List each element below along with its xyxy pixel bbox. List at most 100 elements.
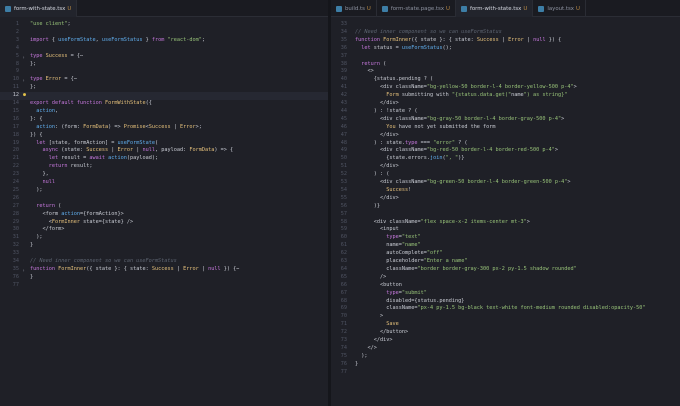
- tab-build-ts[interactable]: build.ts U: [331, 0, 377, 17]
- line-number: 2: [15, 28, 19, 35]
- code-line[interactable]: 68 disabled={status.pending}: [331, 298, 680, 306]
- code-line[interactable]: 32}: [0, 242, 328, 250]
- tab-form-with-state-tsx[interactable]: form-with-state.tsx U: [455, 0, 534, 17]
- code-line[interactable]: 12 ●: [0, 92, 328, 100]
- code-line[interactable]: 44 ) : !state ? (: [331, 108, 680, 116]
- code-line[interactable]: 56 )}: [331, 203, 680, 211]
- code-line[interactable]: 77: [331, 369, 680, 377]
- code-line[interactable]: 10 › type Error = {⋯: [0, 76, 328, 84]
- code-line[interactable]: 58 <div className="flex space-x-2 items-…: [331, 219, 680, 227]
- code-line[interactable]: 3 import { useFormState, useFormStatus } …: [0, 37, 328, 45]
- code-line[interactable]: 57: [331, 211, 680, 219]
- code-line[interactable]: 50 {state.errors.join(", ")}: [331, 155, 680, 163]
- line-number: 26: [12, 194, 19, 201]
- code-line[interactable]: 35 › function FormInner({ state }: { state…: [0, 266, 328, 274]
- code-line[interactable]: 53 <div className="bg-green-50 border-l-…: [331, 179, 680, 187]
- code-line[interactable]: 33: [331, 21, 680, 29]
- code-line[interactable]: 36 let status = useFormStatus();: [331, 45, 680, 53]
- code-line[interactable]: 4: [0, 45, 328, 53]
- code-line[interactable]: 9: [0, 68, 328, 76]
- code-line[interactable]: 29 <FormInner state={state} />: [0, 219, 328, 227]
- code-text: </div>: [355, 337, 393, 343]
- code-line[interactable]: 48 ) : state.type === "error" ? (: [331, 140, 680, 148]
- code-line[interactable]: 21 let result = await action(payload);: [0, 155, 328, 163]
- code-line[interactable]: 35 function FormInner({ state }: { state:…: [331, 37, 680, 45]
- code-line[interactable]: 66 <button: [331, 282, 680, 290]
- code-line[interactable]: 19 let [state, formAction] = useFormStat…: [0, 140, 328, 148]
- code-line[interactable]: 49 <div className="bg-red-50 border-l-4 …: [331, 147, 680, 155]
- code-line[interactable]: 47 </div>: [331, 132, 680, 140]
- code-line[interactable]: 72 </button>: [331, 329, 680, 337]
- code-line[interactable]: 59 <input: [331, 226, 680, 234]
- code-line[interactable]: 63 placeholder="Enter a name": [331, 258, 680, 266]
- code-line[interactable]: 55 </div>: [331, 195, 680, 203]
- code-line[interactable]: 22 return result;: [0, 163, 328, 171]
- code-line[interactable]: 54 Success!: [331, 187, 680, 195]
- line-number: 76: [340, 360, 347, 367]
- tab-form-with-state-tsx[interactable]: form-with-state.tsx U: [0, 0, 78, 17]
- code-line[interactable]: 11};: [0, 84, 328, 92]
- code-line[interactable]: 52 ) : (: [331, 171, 680, 179]
- code-line[interactable]: 70 >: [331, 313, 680, 321]
- code-line[interactable]: 14 export default function FormWithState(…: [0, 100, 328, 108]
- code-line[interactable]: 75 );: [331, 353, 680, 361]
- code-line[interactable]: 15 action,: [0, 108, 328, 116]
- code-line[interactable]: 23 },: [0, 171, 328, 179]
- code-line[interactable]: 26: [0, 195, 328, 203]
- code-line[interactable]: 46 You have not yet submitted the form: [331, 124, 680, 132]
- code-line[interactable]: 17 action: (form: FormData) => Promise<S…: [0, 124, 328, 132]
- code-line[interactable]: 45 <div className="bg-gray-50 border-l-4…: [331, 116, 680, 124]
- code-line[interactable]: 16}: {: [0, 116, 328, 124]
- code-line[interactable]: 1 "use client";: [0, 21, 328, 29]
- line-number: 43: [340, 100, 347, 106]
- code-line[interactable]: 34 // Need inner component so we can useF…: [331, 29, 680, 37]
- code-line[interactable]: 30 </form>: [0, 226, 328, 234]
- code-line[interactable]: 42 Form submitting with "{status.data.ge…: [331, 92, 680, 100]
- code-line[interactable]: 71 Save: [331, 321, 680, 329]
- code-line[interactable]: 77: [0, 282, 328, 290]
- code-line[interactable]: 62 autoComplete="off": [331, 250, 680, 258]
- code-line[interactable]: 67 type="submit": [331, 290, 680, 298]
- code-line[interactable]: 24 null: [0, 179, 328, 187]
- code-line[interactable]: 38 return (: [331, 61, 680, 69]
- tab-layout-tsx[interactable]: layout.tsx U: [533, 0, 586, 17]
- code-line[interactable]: 64 className="border border-gray-300 px-…: [331, 266, 680, 274]
- code-line[interactable]: 27 return (: [0, 203, 328, 211]
- code-line[interactable]: 5 › type Success = {⋯: [0, 53, 328, 61]
- code-text: function FormInner({ state }: { state: S…: [30, 265, 240, 272]
- code-line[interactable]: 8};: [0, 61, 328, 69]
- code-line[interactable]: 2: [0, 29, 328, 37]
- code-line[interactable]: 69 className="px-4 py-1.5 bg-black text-…: [331, 305, 680, 313]
- code-line[interactable]: 37: [331, 53, 680, 61]
- line-number: 25: [12, 186, 19, 193]
- line-number: 66: [340, 281, 347, 288]
- lightbulb-icon[interactable]: ●: [23, 92, 26, 100]
- code-line[interactable]: 40 {status.pending ? (: [331, 76, 680, 84]
- line-number: 38: [340, 60, 347, 67]
- left-code-area[interactable]: 1 "use client"; 2 3 import { useFormState, u…: [0, 18, 328, 406]
- code-line[interactable]: 51 </div>: [331, 163, 680, 171]
- code-line[interactable]: 61 name="name": [331, 242, 680, 250]
- code-line[interactable]: 25 );: [0, 187, 328, 195]
- code-line[interactable]: 65 />: [331, 274, 680, 282]
- code-line[interactable]: 73 </div>: [331, 337, 680, 345]
- code-line[interactable]: 74 </>: [331, 345, 680, 353]
- line-number: 51: [340, 163, 347, 170]
- code-line[interactable]: 18}) {: [0, 132, 328, 140]
- code-line[interactable]: 41 <div className="bg-yellow-50 border-l…: [331, 84, 680, 92]
- code-line[interactable]: 20 async (state: Success | Error | null,…: [0, 147, 328, 155]
- code-line[interactable]: 60 type="text": [331, 234, 680, 242]
- code-line[interactable]: 76}: [331, 361, 680, 369]
- code-line[interactable]: 33: [0, 250, 328, 258]
- code-line[interactable]: 39 <>: [331, 68, 680, 76]
- line-number: 46: [340, 123, 347, 130]
- code-text: </form>: [30, 226, 65, 233]
- typescript-file-icon: [538, 5, 545, 12]
- right-code-area[interactable]: 33 34 // Need inner component so we can us…: [331, 18, 680, 406]
- code-line[interactable]: 43 </div>: [331, 100, 680, 108]
- tab-form-state-page-tsx[interactable]: form-state.page.tsx U: [377, 0, 456, 17]
- code-line[interactable]: 76}: [0, 274, 328, 282]
- code-line[interactable]: 28 <form action={formAction}>: [0, 211, 328, 219]
- code-line[interactable]: 31 );: [0, 234, 328, 242]
- code-line[interactable]: 34 // Need inner component so we can useF…: [0, 258, 328, 266]
